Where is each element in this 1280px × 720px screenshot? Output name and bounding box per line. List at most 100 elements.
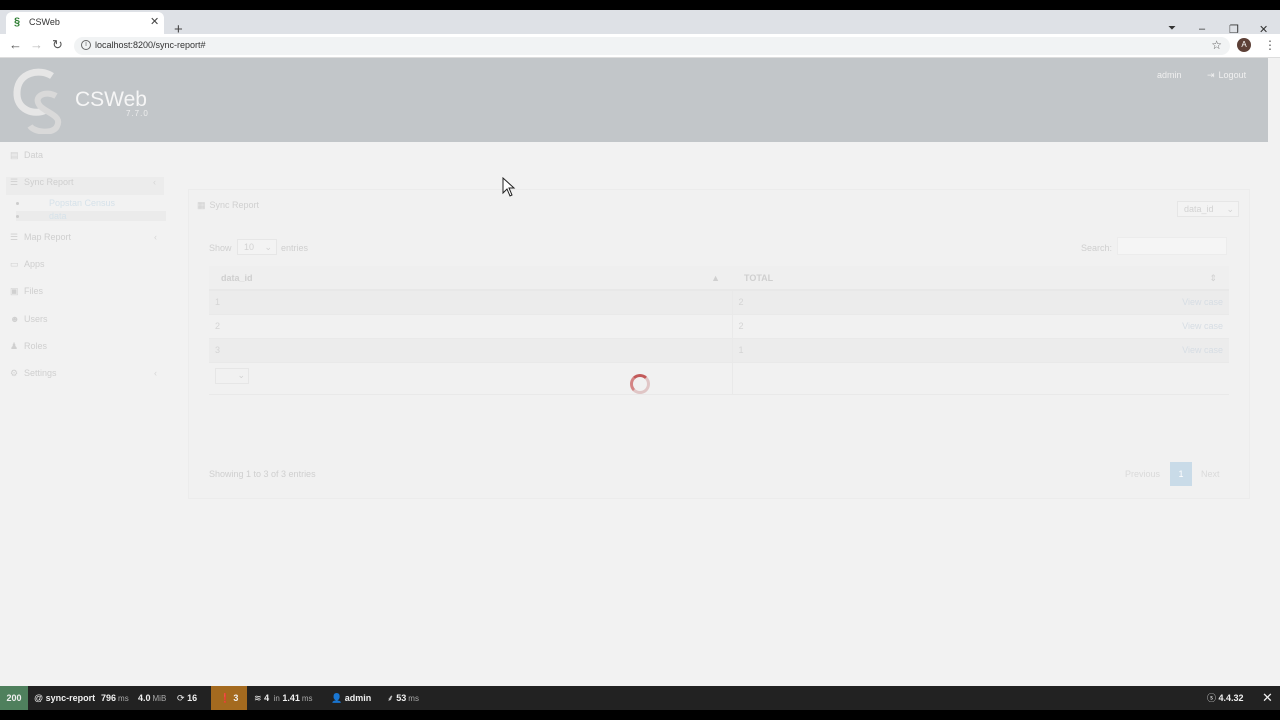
chevron-down-icon: ⌄ [1226,204,1234,214]
browser-tab-strip: § CSWeb ✕ + ⏷ – ❐ ✕ [0,10,1280,38]
cell-total: 2 View case [732,314,1229,339]
pager-next[interactable]: Next [1201,462,1220,486]
security-user[interactable]: 👤 admin [331,686,371,710]
cell-data-id: 2 [209,314,733,339]
page-length-value: 10 [244,242,255,252]
cell-data-id: 3 [209,338,733,363]
page-length-select[interactable]: 10 ⌄ [237,239,277,255]
column-header-data-id[interactable]: data_id ▲ [209,266,732,291]
sort-asc-icon: ▲ [711,273,720,283]
cell-data-id: 1 [209,290,733,315]
sidebar-subitem-popstan-census[interactable]: Popstan Census [16,198,115,208]
sidebar-item-map-report[interactable]: ☰ Map Report ‹ [10,232,165,250]
requests-value: 16 [187,693,198,703]
warning-icon: ❗ [219,693,231,703]
logout-icon: ⇥ [1207,70,1215,80]
twig-icon: ⸙ [387,693,394,703]
chevron-down-icon: ⌄ [237,369,245,380]
time-unit: ms [118,694,129,703]
search-input[interactable] [1117,237,1227,255]
table-icon: ▦ [197,200,206,210]
symfony-debug-toolbar: 200 @ sync-report 796 ms 4.0 MiB ⟳ 16 ❗ 3 … [0,686,1280,710]
sidebar-subitem-data[interactable]: data [16,211,166,221]
address-bar[interactable]: i localhost:8200/sync-report# ☆ [74,37,1230,55]
symfony-version[interactable]: ⓢ 4.4.32 [1207,686,1244,710]
column-filter-select[interactable]: ⌄ [215,367,249,384]
group-by-select[interactable]: data_id ⌄ [1177,201,1239,217]
reload-icon[interactable]: ↻ [52,38,63,52]
sidebar-item-files[interactable]: ▣ Files [10,286,165,304]
database-queries[interactable]: ≋ 4 in 1.41 ms [254,686,313,710]
sidebar-item-label: Settings [24,368,57,378]
sidebar-item-label: Roles [24,341,48,351]
address-url: localhost:8200/sync-report# [95,40,206,50]
db-time-unit: ms [301,694,313,703]
show-label: Show [209,243,232,253]
chevron-down-icon: ⌄ [264,242,272,252]
sidebar-item-apps[interactable]: ▭ Apps [10,259,165,277]
laptop-icon: ▭ [10,259,19,269]
csweb-logo-icon [13,68,61,134]
request-time[interactable]: 796 ms [101,686,129,710]
view-case-link[interactable]: View case [1182,321,1223,331]
chevron-icon: ‹ [154,368,157,378]
pager-page-1[interactable]: 1 [1170,462,1192,486]
sidebar-item-label: Data [24,150,44,160]
cell-total-value: 2 [738,297,744,308]
forward-icon[interactable]: → [30,38,43,52]
symfony-logo-icon: ⓢ [1207,693,1217,703]
browser-tab[interactable]: § CSWeb ✕ [6,12,164,34]
time-value: 796 [101,693,117,703]
logout-link[interactable]: ⇥ Logout [1207,70,1246,81]
browser-menu-icon[interactable]: ⋮ [1264,38,1276,52]
browser-toolbar: ← → ↻ i localhost:8200/sync-report# ☆ [0,34,1280,58]
sidebar-item-label: Map Report [24,232,72,242]
cell-total-value: 2 [738,321,744,331]
bookmark-star-icon[interactable]: ☆ [1211,38,1222,52]
screen-bottom-border [0,710,1280,720]
twig-time-unit: ms [408,694,419,703]
close-toolbar-icon[interactable]: ✕ [1262,686,1273,710]
requests-count[interactable]: ⟳ 16 [177,686,197,710]
bullet-icon [16,202,19,206]
site-info-icon[interactable]: i [81,40,91,50]
twig-render-time[interactable]: ⸙ 53 ms [387,686,419,710]
footer-empty-cell [732,362,1229,395]
profile-avatar[interactable]: A [1237,38,1251,52]
logout-label: Logout [1218,70,1247,80]
sync-report-table: data_id ▲ TOTAL ⇕ 1 2 View case 2 2 View cas… [209,266,1229,395]
status-code-badge[interactable]: 200 [0,686,28,710]
route-label: sync-report [45,693,96,703]
table-footer-row: ⌄ [209,362,1229,395]
sidebar-item-users[interactable]: ☻ Users [10,314,165,332]
gear-icon: ⚙ [10,368,19,378]
sidebar-item-roles[interactable]: ♟ Roles [10,341,165,359]
column-header-label: TOTAL [744,272,774,283]
logs-warning-badge[interactable]: ❗ 3 [211,686,247,710]
column-header-total[interactable]: TOTAL ⇕ [732,266,1229,291]
chevron-icon: ‹ [154,232,157,242]
sidebar-item-label: Users [24,314,48,324]
column-header-label: data_id [221,272,253,283]
table-info: Showing 1 to 3 of 3 entries [209,469,316,479]
back-icon[interactable]: ← [9,38,22,52]
header-username[interactable]: admin [1157,70,1182,80]
sort-icon: ⇕ [1209,273,1217,283]
view-case-link[interactable]: View case [1182,297,1223,307]
tab-close-icon[interactable]: ✕ [150,15,159,28]
sync-report-panel: ▦ Sync Report data_id ⌄ Show 10 ⌄ entries S… [188,189,1250,499]
table-row: 1 2 View case [209,290,1229,315]
sidebar-item-settings[interactable]: ⚙ Settings ‹ [10,368,165,386]
database-stack-icon: ≋ [254,693,262,703]
tab-search-icon[interactable]: ⏷ [1168,23,1176,34]
sidebar-subitem-label: data [49,211,67,221]
sidebar-item-data[interactable]: ▤ Data [10,150,165,168]
route-name[interactable]: @ sync-report [34,686,95,710]
memory-usage[interactable]: 4.0 MiB [138,686,166,710]
view-case-link[interactable]: View case [1182,345,1223,355]
panel-title: ▦ Sync Report [197,200,259,211]
sidebar-item-sync-report[interactable]: ☰ Sync Report ‹ [6,177,164,195]
db-time-value: 1.41 [282,693,300,703]
pager-previous[interactable]: Previous [1125,462,1160,486]
twig-time-value: 53 [396,693,407,703]
